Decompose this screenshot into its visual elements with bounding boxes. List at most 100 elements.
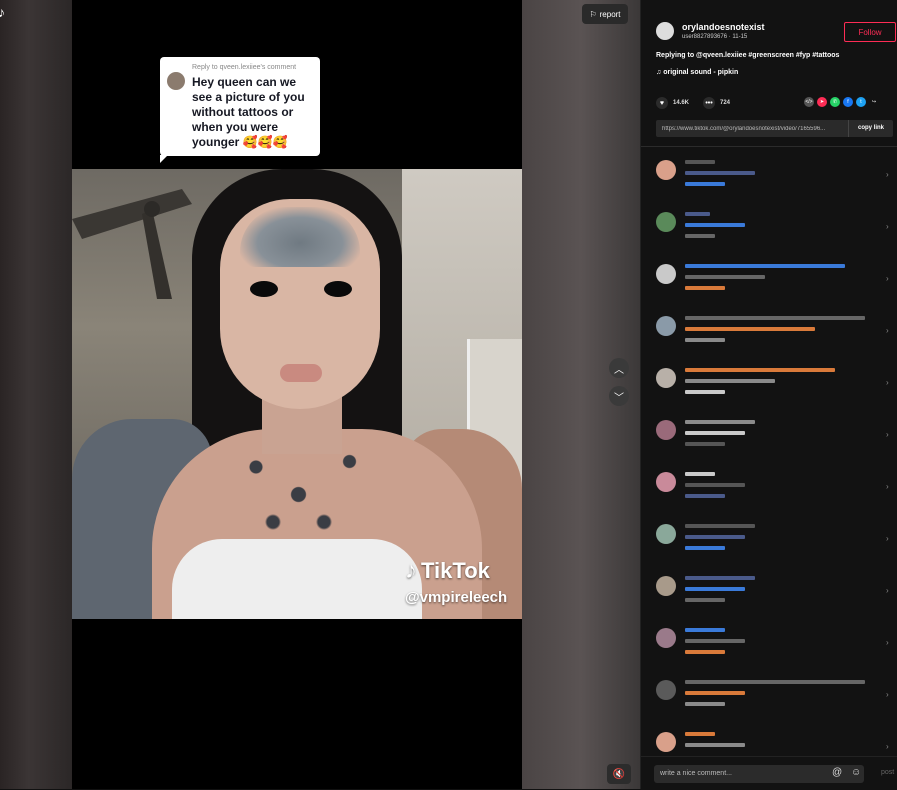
previous-video-button[interactable]: ︿ — [609, 358, 629, 378]
video-frame: ♪ TikTok @vmpireleech — [72, 169, 522, 619]
divider — [641, 146, 897, 147]
comment-text-censored — [685, 743, 745, 747]
comment-text-censored — [685, 546, 725, 550]
mention-icon[interactable]: @ — [832, 767, 842, 778]
like-stat[interactable]: ♥ 14.6K — [656, 97, 689, 109]
share-arrow-icon[interactable]: ↪ — [869, 97, 879, 107]
comment-item[interactable]: › — [641, 726, 897, 754]
chevron-right-icon[interactable]: › — [886, 742, 889, 751]
comment-avatar[interactable] — [656, 524, 676, 544]
chevron-right-icon[interactable]: › — [886, 638, 889, 647]
sound-link[interactable]: ♫ original sound - pipkin — [656, 69, 738, 76]
person-lips — [280, 364, 322, 382]
comment-item[interactable]: › — [641, 518, 897, 570]
chevron-right-icon[interactable]: › — [886, 586, 889, 595]
comment-avatar[interactable] — [656, 472, 676, 492]
music-note-icon: ♫ — [656, 69, 662, 76]
comment-text-censored — [685, 587, 745, 591]
side-panel: orylandoesnotexist user8827893676 · 11-1… — [640, 0, 897, 790]
comment-avatar[interactable] — [656, 316, 676, 336]
flag-icon: ⚐ — [589, 9, 597, 19]
comment-icon[interactable]: ••• — [703, 97, 715, 109]
comment-text-censored — [685, 639, 745, 643]
author-username[interactable]: orylandoesnotexist — [682, 22, 765, 32]
comment-text-censored — [685, 316, 865, 320]
tiktok-note-icon: ♪ — [405, 557, 417, 584]
author-avatar[interactable] — [656, 22, 674, 40]
chevron-right-icon[interactable]: › — [886, 378, 889, 387]
report-label: report — [599, 9, 621, 19]
comment-item[interactable]: › — [641, 258, 897, 310]
next-video-button[interactable]: ﹀ — [609, 386, 629, 406]
comment-text-censored — [685, 650, 725, 654]
emoji-icon[interactable]: ☺ — [851, 767, 861, 778]
reply-meta: Reply to qveen.lexiiee's comment — [192, 64, 297, 71]
comment-avatar[interactable] — [656, 628, 676, 648]
report-button[interactable]: ⚐ report — [582, 4, 628, 24]
reply-text: Hey queen can we see a picture of you wi… — [192, 75, 305, 149]
chevron-right-icon[interactable]: › — [886, 274, 889, 283]
comment-text-censored — [685, 598, 725, 602]
video-area: ♪ ♪ TikTok @vmpireleech Reply to qveen.l… — [0, 0, 640, 789]
video-url[interactable]: https://www.tiktok.com/@orylandoesnotexi… — [656, 126, 848, 132]
chevron-up-icon: ︿ — [614, 364, 624, 376]
comment-text-censored — [685, 264, 845, 268]
comment-text-censored — [685, 702, 725, 706]
copy-link-button[interactable]: copy link — [848, 120, 893, 137]
comment-text-censored — [685, 628, 725, 632]
comment-avatar[interactable] — [656, 264, 676, 284]
follow-button[interactable]: Follow — [844, 22, 896, 42]
comment-item[interactable]: › — [641, 206, 897, 258]
chevron-right-icon[interactable]: › — [886, 222, 889, 231]
comment-text-censored — [685, 338, 725, 342]
comment-text-censored — [685, 524, 755, 528]
comment-avatar[interactable] — [656, 680, 676, 700]
comment-item[interactable]: › — [641, 362, 897, 414]
like-count: 14.6K — [673, 100, 690, 106]
facebook-icon[interactable]: f — [843, 97, 853, 107]
twitter-icon[interactable]: t — [856, 97, 866, 107]
comment-text-censored — [685, 160, 715, 164]
comment-text-censored — [685, 576, 755, 580]
tiktok-logo-icon[interactable]: ♪ — [0, 4, 5, 20]
whatsapp-icon[interactable]: ✆ — [830, 97, 840, 107]
comment-item[interactable]: › — [641, 466, 897, 518]
mute-button[interactable]: 🔇 — [607, 764, 631, 784]
comment-avatar[interactable] — [656, 160, 676, 180]
comment-text-censored — [685, 368, 835, 372]
blurred-background-left — [0, 0, 72, 789]
chevron-right-icon[interactable]: › — [886, 430, 889, 439]
send-to-friends-icon[interactable]: ➤ — [817, 97, 827, 107]
comment-text-censored — [685, 472, 715, 476]
comment-item[interactable]: › — [641, 414, 897, 466]
comment-avatar[interactable] — [656, 212, 676, 232]
heart-icon[interactable]: ♥ — [656, 97, 668, 109]
reply-comment-bubble: Reply to qveen.lexiiee's comment Hey que… — [160, 57, 320, 163]
comment-avatar[interactable] — [656, 368, 676, 388]
chevron-right-icon[interactable]: › — [886, 170, 889, 179]
video-player[interactable]: ♪ TikTok @vmpireleech Reply to qveen.lex… — [72, 0, 522, 789]
comment-text-censored — [685, 234, 715, 238]
watermark-brand: TikTok — [421, 558, 490, 583]
comment-item[interactable]: › — [641, 310, 897, 362]
embed-icon[interactable]: </> — [804, 97, 814, 107]
chevron-right-icon[interactable]: › — [886, 326, 889, 335]
post-button[interactable]: post — [881, 769, 894, 776]
comment-list[interactable]: › › › › › › › › › › › › — [641, 154, 897, 754]
comment-avatar[interactable] — [656, 576, 676, 596]
comment-avatar[interactable] — [656, 732, 676, 752]
chevron-right-icon[interactable]: › — [886, 534, 889, 543]
comment-text-censored — [685, 691, 745, 695]
link-bar: https://www.tiktok.com/@orylandoesnotexi… — [656, 120, 893, 137]
comment-text-censored — [685, 286, 725, 290]
comment-stat[interactable]: ••• 724 — [703, 97, 730, 109]
comment-item[interactable]: › — [641, 570, 897, 622]
comment-item[interactable]: › — [641, 622, 897, 674]
chevron-down-icon: ﹀ — [614, 392, 624, 404]
chevron-right-icon[interactable]: › — [886, 482, 889, 491]
comment-avatar[interactable] — [656, 420, 676, 440]
comment-item[interactable]: › — [641, 674, 897, 726]
video-caption: Replying to @qveen.lexiiee #greenscreen … — [656, 52, 840, 59]
chevron-right-icon[interactable]: › — [886, 690, 889, 699]
comment-item[interactable]: › — [641, 154, 897, 206]
